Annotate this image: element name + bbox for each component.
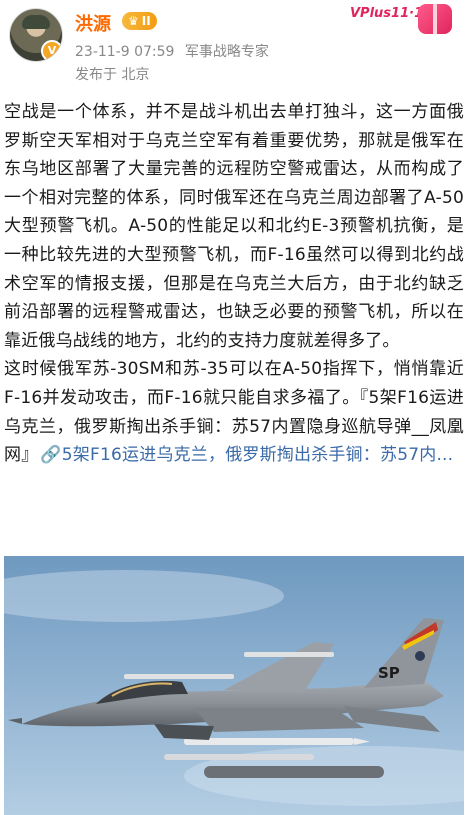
body-paragraph-1: 空战是一个体系，并不是战斗机出去单打独斗，这一方面俄罗斯空天军相对于乌克兰空军有… (4, 102, 464, 351)
vip-badge[interactable]: ♛ II (122, 12, 157, 30)
tail-code: SP (378, 664, 400, 682)
post-image[interactable]: SP (4, 556, 464, 815)
link-icon[interactable]: 🔗 (40, 445, 61, 465)
avatar-hat-shape (22, 15, 50, 29)
verified-badge-icon: V (41, 40, 62, 61)
avatar[interactable]: V (9, 8, 63, 62)
post-timestamp: 23-11-9 07:59 (75, 44, 175, 60)
crown-icon: ♛ (128, 14, 139, 28)
vip-level: II (141, 14, 151, 28)
f16-jet-illustration: SP (4, 556, 464, 815)
gift-icon (418, 4, 452, 34)
promo-banner[interactable]: VPlus11·11 (342, 2, 452, 42)
body-paragraph-2: 这时候俄军苏-30SM和苏-35可以在A-50指挥下，悄悄靠近F-16并发动攻击… (4, 355, 464, 469)
author-name[interactable]: 洪源 (75, 10, 111, 36)
post-location: 发布于 北京 (75, 67, 150, 83)
article-link[interactable]: 5架F16运进乌克兰，俄罗斯掏出杀手锏：苏57内... (62, 445, 453, 465)
post-header: V 洪源 ♛ II VPlus11·11 23-11-9 07:59 军事战略专家… (0, 0, 468, 90)
post-meta: 23-11-9 07:59 军事战略专家 (75, 41, 275, 61)
post-body: 空战是一个体系，并不是战斗机出去单打独斗，这一方面俄罗斯空天军相对于乌克兰空军有… (4, 98, 464, 470)
author-title: 军事战略专家 (184, 44, 269, 60)
